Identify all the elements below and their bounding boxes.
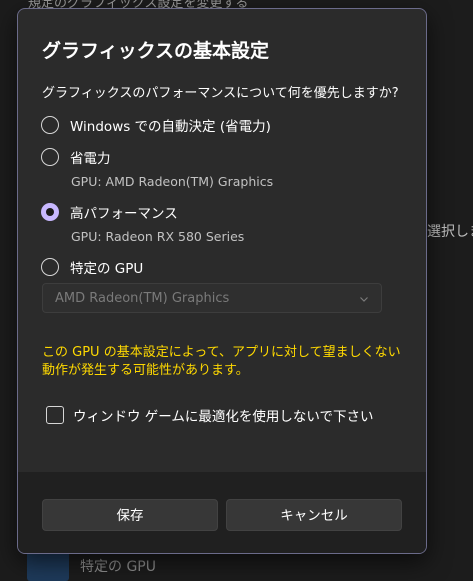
dialog-footer: 保存 キャンセル xyxy=(18,472,426,553)
radio-option-power-saving[interactable]: 省電力 xyxy=(41,147,111,167)
radio-label-high-performance: 高パフォーマンス xyxy=(70,206,178,222)
radio-button-icon[interactable] xyxy=(41,258,59,276)
chevron-down-icon xyxy=(360,297,368,302)
radio-label-auto: Windows での自動決定 (省電力) xyxy=(70,119,271,135)
radio-option-high-performance[interactable]: 高パフォーマンス xyxy=(41,202,178,222)
power-saving-gpu-name: GPU: AMD Radeon(TM) Graphics xyxy=(71,174,274,189)
gpu-dropdown-value: AMD Radeon(TM) Graphics xyxy=(55,291,230,306)
save-button[interactable]: 保存 xyxy=(42,499,218,531)
radio-label-power-saving: 省電力 xyxy=(70,151,111,167)
checkbox-label: ウィンドウ ゲームに最適化を使用しないで下さい xyxy=(73,409,374,425)
app-icon xyxy=(27,551,69,581)
graphics-preference-dialog: グラフィックスの基本設定 グラフィックスのパフォーマンスについて何を優先しますか… xyxy=(17,8,427,554)
disable-windowed-optimization-option[interactable]: ウィンドウ ゲームに最適化を使用しないで下さい xyxy=(46,405,373,425)
radio-option-auto[interactable]: Windows での自動決定 (省電力) xyxy=(41,115,271,135)
cancel-button[interactable]: キャンセル xyxy=(226,499,402,531)
radio-button-icon[interactable] xyxy=(41,148,59,166)
radio-label-specific-gpu: 特定の GPU xyxy=(70,261,144,277)
warning-message: この GPU の基本設定によって、アプリに対して望ましくない動作が発生する可能性… xyxy=(42,345,401,378)
background-side-text: 選択しま xyxy=(427,224,473,240)
radio-option-specific-gpu[interactable]: 特定の GPU xyxy=(41,257,143,277)
checkbox-icon[interactable] xyxy=(46,406,64,424)
background-gpu-label: 特定の GPU xyxy=(80,559,156,575)
radio-button-selected-icon[interactable] xyxy=(41,203,59,221)
high-performance-gpu-name: GPU: Radeon RX 580 Series xyxy=(71,229,245,244)
radio-button-icon[interactable] xyxy=(41,116,59,134)
gpu-dropdown: AMD Radeon(TM) Graphics xyxy=(42,283,382,313)
dialog-question: グラフィックスのパフォーマンスについて何を優先しますか? xyxy=(42,86,399,101)
dialog-title: グラフィックスの基本設定 xyxy=(42,40,270,62)
